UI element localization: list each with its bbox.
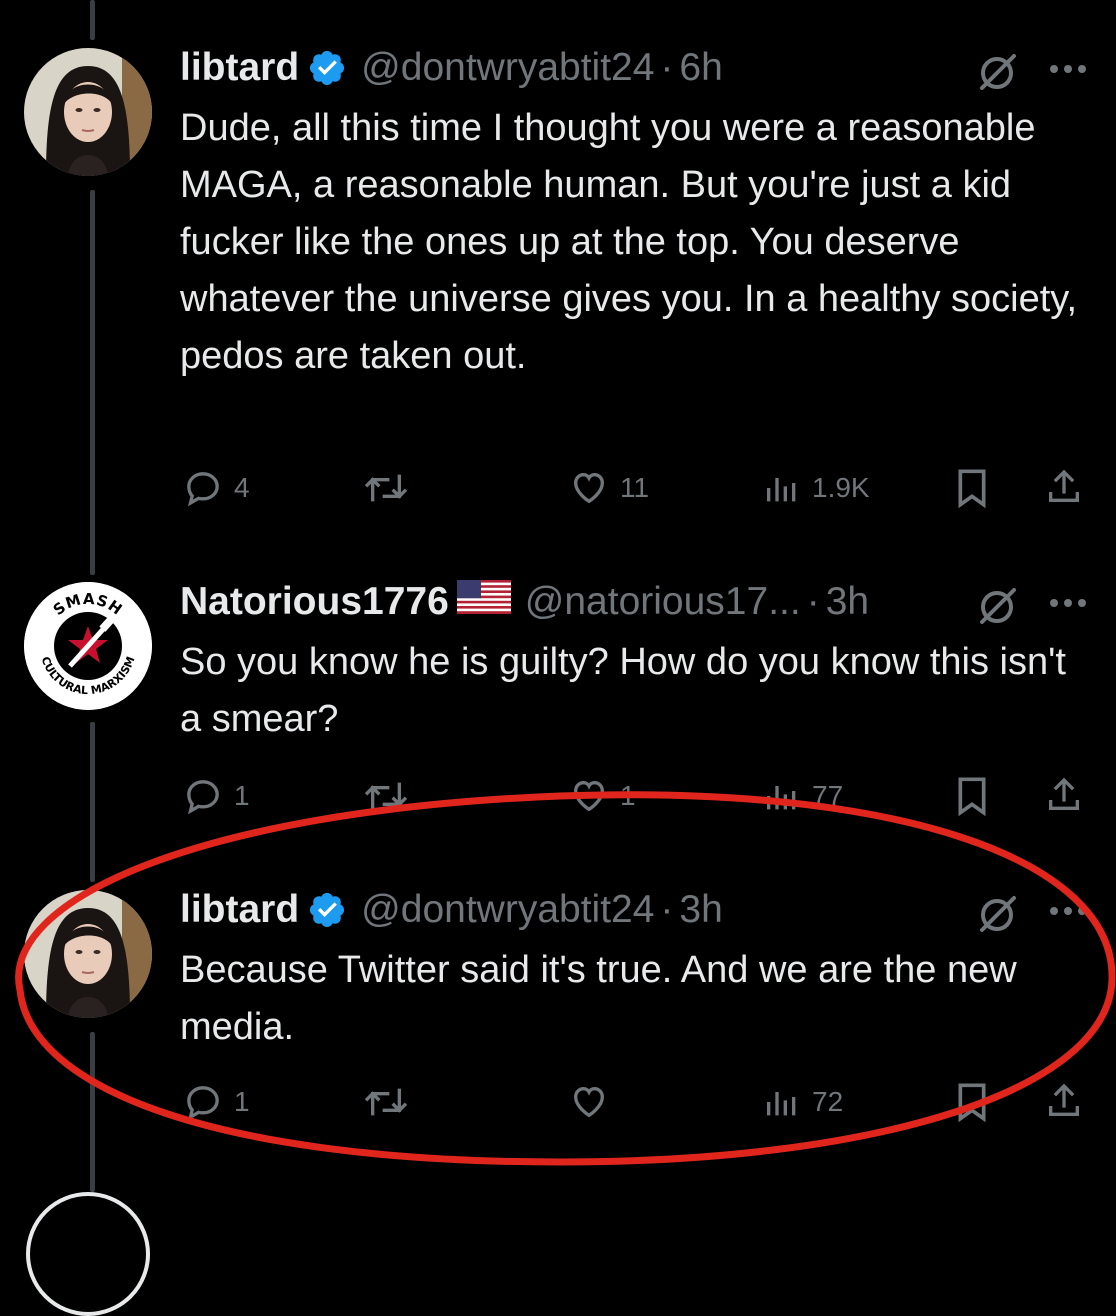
heart-icon [573, 1086, 605, 1118]
verified-badge-icon [310, 892, 345, 928]
reply-icon [187, 780, 219, 815]
retweet-button[interactable] [362, 776, 410, 816]
bookmark-button[interactable] [954, 468, 990, 508]
separator-dot: · [660, 46, 674, 89]
reply-button[interactable]: 1 [182, 776, 250, 816]
tweet-3[interactable]: libtard @dontwryabtit24 · 3h Because Twi… [0, 860, 1116, 1160]
tweet-header: Natorious1776 @natorious17... · 3h [180, 580, 869, 624]
like-button[interactable]: 1 [568, 776, 636, 816]
tweet-header: libtard @dontwryabtit24 · 6h [180, 46, 723, 90]
bookmark-icon [958, 1083, 986, 1122]
tweet-header: libtard @dontwryabtit24 · 3h [180, 888, 723, 932]
handle[interactable]: @dontwryabtit24 [361, 888, 654, 932]
reply-button[interactable]: 4 [182, 468, 250, 508]
like-count: 1 [620, 780, 636, 811]
heart-icon [573, 472, 605, 504]
bookmark-button[interactable] [954, 1082, 990, 1122]
reply-button[interactable]: 1 [182, 1082, 250, 1122]
us-flag-icon [456, 580, 511, 624]
share-button[interactable] [1044, 466, 1084, 508]
separator-dot: · [660, 888, 674, 931]
more-options-icon[interactable] [1048, 597, 1088, 609]
handle[interactable]: @natorious17... [525, 580, 801, 624]
views-count: 1.9K [812, 472, 870, 503]
retweet-button[interactable] [362, 1082, 410, 1122]
separator-dot: · [806, 580, 820, 623]
like-button[interactable]: 11 [568, 468, 649, 508]
bookmark-button[interactable] [954, 776, 990, 816]
verified-badge-icon [310, 50, 345, 86]
views-count: 77 [812, 780, 844, 811]
timestamp[interactable]: 6h [679, 46, 722, 90]
views-count: 72 [812, 1086, 844, 1117]
bookmark-icon [958, 469, 986, 508]
grok-icon[interactable] [976, 50, 1018, 92]
views-icon [767, 1092, 796, 1116]
more-options-icon[interactable] [1048, 905, 1088, 917]
views-button[interactable]: 1.9K [762, 468, 870, 508]
next-avatar-peek[interactable] [26, 1192, 150, 1316]
tweet-text: Dude, all this time I thought you were a… [180, 107, 1088, 377]
avatar[interactable] [24, 890, 152, 1018]
reply-count: 1 [234, 780, 250, 811]
retweet-icon [364, 782, 408, 810]
tweet-text: So you know he is guilty? How do you kno… [180, 641, 1077, 740]
timestamp[interactable]: 3h [679, 888, 722, 932]
reply-count: 4 [234, 472, 250, 503]
views-icon [767, 478, 796, 502]
share-button[interactable] [1044, 774, 1084, 816]
views-button[interactable]: 72 [762, 1082, 843, 1122]
tweet-1[interactable]: libtard @dontwryabtit24 · 6h Dude, all t… [0, 0, 1116, 560]
avatar[interactable] [24, 48, 152, 176]
reply-icon [187, 472, 219, 507]
views-button[interactable]: 77 [762, 776, 843, 816]
more-options-icon[interactable] [1048, 63, 1088, 75]
display-name[interactable]: libtard [180, 46, 299, 90]
timestamp[interactable]: 3h [826, 580, 869, 624]
tweet-text: Because Twitter said it's true. And we a… [180, 949, 1028, 1048]
avatar[interactable]: SMASH CULTURAL MARXISM [24, 582, 152, 710]
share-button[interactable] [1044, 1080, 1084, 1122]
handle[interactable]: @dontwryabtit24 [361, 46, 654, 90]
views-icon [767, 786, 796, 810]
heart-icon [573, 780, 605, 812]
reply-icon [187, 1086, 219, 1121]
retweet-icon [364, 474, 408, 502]
display-name[interactable]: libtard [180, 888, 299, 932]
bookmark-icon [958, 777, 986, 816]
grok-icon[interactable] [976, 892, 1018, 934]
display-name[interactable]: Natorious1776 [180, 580, 449, 624]
retweet-button[interactable] [362, 468, 410, 508]
share-icon [1049, 777, 1079, 810]
share-icon [1049, 469, 1079, 502]
reply-count: 1 [234, 1086, 250, 1117]
retweet-icon [364, 1088, 408, 1116]
tweet-2[interactable]: SMASH CULTURAL MARXISM Natorious1776 @na… [0, 560, 1116, 860]
grok-icon[interactable] [976, 584, 1018, 626]
share-icon [1049, 1083, 1079, 1116]
like-count: 11 [620, 472, 650, 503]
like-button[interactable] [568, 1082, 620, 1122]
